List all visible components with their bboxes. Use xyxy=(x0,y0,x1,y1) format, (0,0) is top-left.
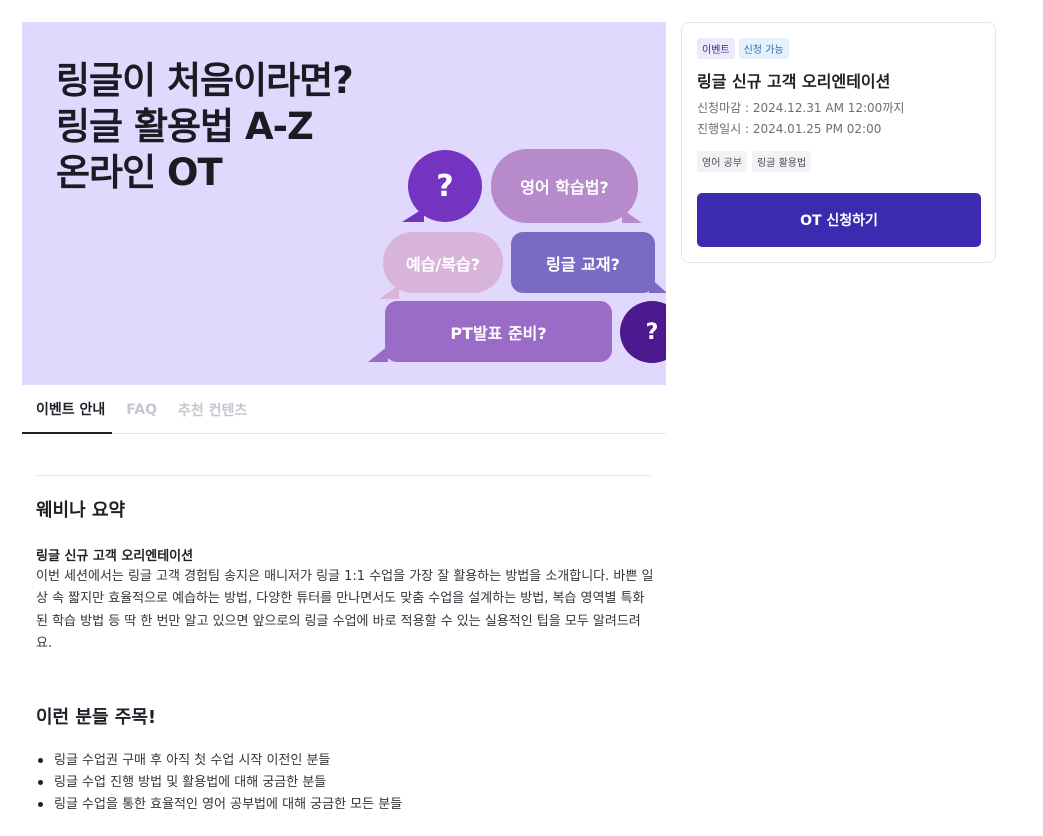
pt-prep-bubble: PT발표 준비? xyxy=(368,301,612,362)
event-info-card: 이벤트 신청 가능 링글 신규 고객 오리엔테이션 신청마감 : 2024.12… xyxy=(681,22,996,263)
event-schedule: 진행일시 : 2024.01.25 PM 02:00 xyxy=(697,122,882,136)
application-deadline: 신청마감 : 2024.12.31 AM 12:00까지 xyxy=(697,101,905,115)
bubble-text: ? xyxy=(645,319,659,345)
question-bubble: ? xyxy=(402,150,482,222)
bubble-text: PT발표 준비? xyxy=(450,323,547,343)
audience-heading: 이런 분들 주목! xyxy=(36,707,157,728)
summary-body: 이번 세션에서는 링글 고객 경험팀 송지은 매니저가 링글 1:1 수업을 가… xyxy=(36,569,654,652)
tag-english-study[interactable]: 영어 공부 xyxy=(697,151,747,172)
list-item: 링글 수업권 구매 후 아직 첫 수업 시작 이전인 분들 xyxy=(36,750,656,772)
event-title: 링글 신규 고객 오리엔테이션 xyxy=(697,72,891,91)
bubble-text: 영어 학습법? xyxy=(520,178,609,197)
preview-review-bubble: 예습/복습? xyxy=(379,232,503,299)
section-divider xyxy=(36,475,651,476)
event-badge: 이벤트 xyxy=(697,38,735,59)
bubble-text: ? xyxy=(436,168,454,204)
tab-recommended-content[interactable]: 추천 컨텐츠 xyxy=(171,385,254,434)
ot-apply-button[interactable]: OT 신청하기 xyxy=(697,193,981,247)
status-badges: 이벤트 신청 가능 xyxy=(697,38,789,59)
event-tags: 영어 공부 링글 활용법 xyxy=(697,151,812,172)
list-item: 링글 수업 진행 방법 및 활용법에 대해 궁금한 분들 xyxy=(36,772,656,794)
list-item: 링글 수업을 통한 효율적인 영어 공부법에 대해 궁금한 모든 분들 xyxy=(36,794,656,816)
tab-faq[interactable]: FAQ xyxy=(119,385,164,434)
summary-heading: 웨비나 요약 xyxy=(36,500,126,521)
bubble-text: 예습/복습? xyxy=(405,254,480,274)
banner-title-line: 링글 활용법 A-Z xyxy=(56,105,314,148)
tag-ringle-usage[interactable]: 링글 활용법 xyxy=(751,151,812,172)
ringle-material-bubble: 링글 교재? xyxy=(511,232,666,293)
bubble-text: 링글 교재? xyxy=(546,254,620,274)
banner-title-line: 링글이 처음이라면? xyxy=(56,59,354,102)
banner-title: 링글이 처음이라면? 링글 활용법 A-Z 온라인 OT xyxy=(56,58,354,196)
summary-subtitle: 링글 신규 고객 오리엔테이션 xyxy=(36,549,194,564)
content-tabs: 이벤트 안내 FAQ 추천 컨텐츠 xyxy=(22,385,666,434)
event-banner: 링글이 처음이라면? 링글 활용법 A-Z 온라인 OT ? 영어 학습법? 예… xyxy=(22,22,666,385)
status-badge: 신청 가능 xyxy=(738,38,789,59)
banner-title-line: 온라인 OT xyxy=(56,151,223,194)
question-bubble: ? xyxy=(620,301,666,363)
audience-list: 링글 수업권 구매 후 아직 첫 수업 시작 이전인 분들 링글 수업 진행 방… xyxy=(36,750,656,817)
study-method-bubble: 영어 학습법? xyxy=(491,149,642,223)
tab-event-info[interactable]: 이벤트 안내 xyxy=(22,385,113,434)
